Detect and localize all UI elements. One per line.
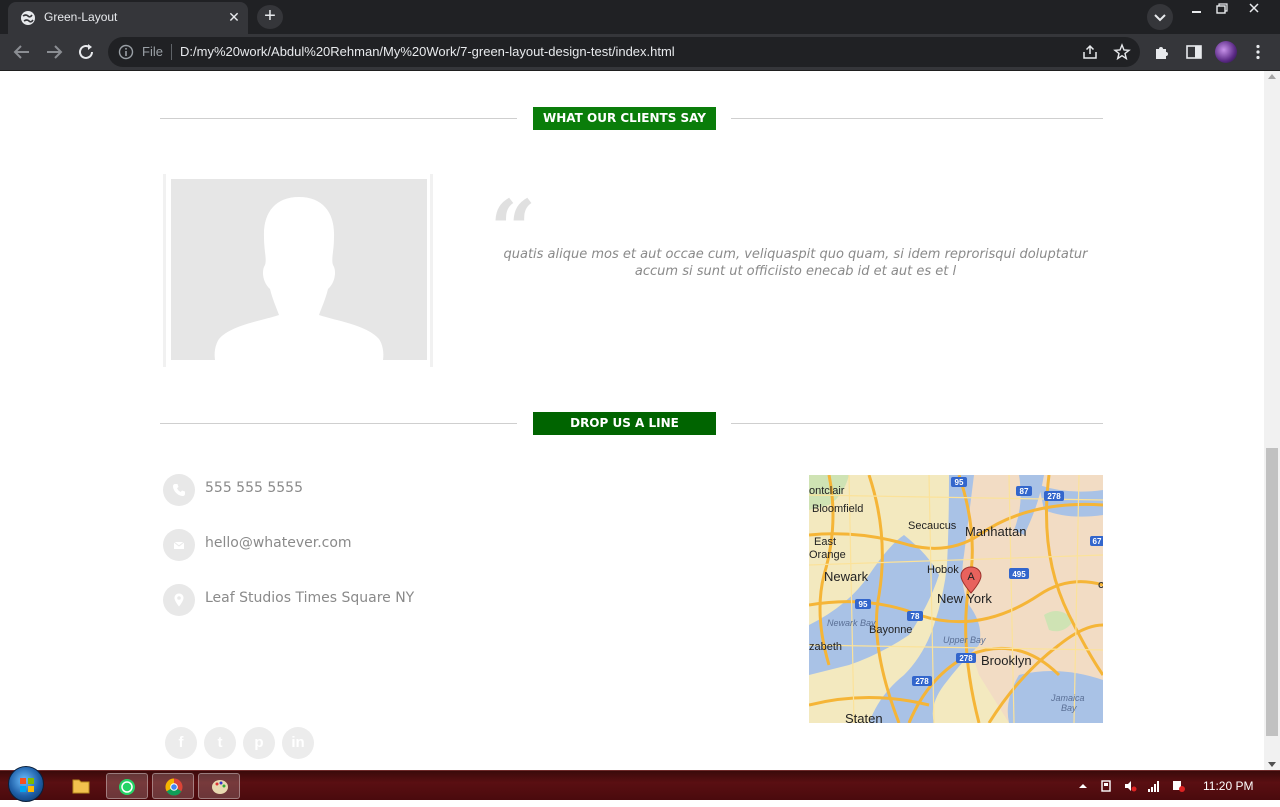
windows-taskbar: 11:20 PM (0, 766, 1280, 802)
signal-bars-icon[interactable] (1147, 779, 1161, 793)
taskbar-chrome[interactable] (152, 773, 194, 799)
map-label: Bayonne (869, 624, 912, 636)
browser-toolbar: File D:/my%20work/Abdul%20Rehman/My%20Wo… (0, 34, 1280, 71)
envelope-icon (163, 529, 195, 561)
map-shield: 78 (911, 612, 920, 621)
person-silhouette-icon (171, 179, 427, 360)
extensions-puzzle-icon[interactable] (1153, 43, 1171, 61)
map-label: Bay (1061, 703, 1077, 713)
address-separator (171, 44, 172, 60)
linkedin-icon[interactable]: in (282, 727, 314, 759)
map-label: Upper Bay (943, 635, 986, 645)
map-label: ontclair (809, 485, 845, 497)
scroll-down-arrow-icon[interactable] (1268, 762, 1276, 767)
map-shield: 67 (1093, 537, 1102, 546)
close-window-button[interactable] (1234, 0, 1274, 18)
action-center-icon[interactable] (1171, 779, 1185, 793)
section-divider-right (731, 118, 1103, 119)
close-icon (1249, 3, 1259, 13)
globe-icon (21, 11, 35, 25)
testimonials-heading: WHAT OUR CLIENTS SAY (533, 107, 716, 130)
tab-title: Green-Layout (44, 10, 118, 24)
tab-close-icon[interactable]: ✕ (226, 10, 242, 26)
restore-window-button[interactable] (1209, 0, 1234, 18)
map-label: zabeth (809, 641, 842, 653)
scroll-thumb[interactable] (1266, 448, 1278, 736)
taskbar-clock[interactable]: 11:20 PM (1203, 779, 1253, 793)
map-label: New York (937, 591, 992, 606)
map-label: Bloomfield (812, 503, 863, 515)
page-scrollbar[interactable] (1264, 71, 1280, 770)
section-divider-right (731, 423, 1103, 424)
chevron-down-icon (1154, 14, 1166, 22)
map-label: Manhattan (965, 524, 1026, 539)
email-address[interactable]: hello@whatever.com (205, 535, 352, 551)
contact-heading: DROP US A LINE (533, 412, 716, 435)
windows-logo-icon (20, 778, 34, 792)
map-shield: 95 (859, 600, 868, 609)
browser-tab[interactable]: Green-Layout ✕ (8, 2, 248, 34)
back-icon[interactable] (10, 40, 34, 64)
scheme-label: File (142, 44, 163, 59)
testimonial-quote: quatis alique mos et aut occae cum, veli… (503, 247, 1088, 279)
map-label: Jamaica (1050, 693, 1085, 703)
new-tab-button[interactable]: + (257, 5, 283, 29)
reload-icon[interactable] (74, 40, 98, 64)
url-text[interactable]: D:/my%20work/Abdul%20Rehman/My%20Work/7-… (180, 44, 675, 59)
street-address: Leaf Studios Times Square NY (205, 590, 415, 606)
tab-search-button[interactable] (1147, 4, 1173, 30)
volume-muted-icon[interactable] (1123, 779, 1137, 793)
profile-avatar[interactable] (1215, 41, 1237, 63)
map-shield: C (1098, 581, 1103, 590)
map-label: Hobok (927, 564, 959, 576)
info-icon[interactable] (118, 44, 134, 60)
paint-palette-icon (212, 780, 228, 794)
share-icon[interactable] (1081, 43, 1099, 61)
avatar (171, 179, 427, 360)
folder-icon (72, 779, 90, 794)
location-map[interactable]: 95 87 278 67 495 95 78 278 278 C ontclai… (809, 475, 1103, 723)
twitter-icon[interactable]: t (204, 727, 236, 759)
taskbar-file-explorer[interactable] (60, 773, 102, 799)
map-shield: 495 (1012, 570, 1026, 579)
map-shield: 87 (1020, 487, 1029, 496)
taskbar-whatsapp[interactable] (106, 773, 148, 799)
section-divider-left (160, 118, 517, 119)
taskbar-paint[interactable] (198, 773, 240, 799)
start-button[interactable] (8, 766, 44, 802)
whatsapp-icon (119, 779, 135, 795)
location-pin-icon (163, 584, 195, 616)
chrome-icon (165, 778, 183, 796)
bookmark-star-icon[interactable] (1113, 43, 1131, 61)
map-label: Orange (809, 549, 846, 561)
tray-device-icon[interactable] (1099, 779, 1113, 793)
map-shield: 95 (955, 478, 964, 487)
address-bar[interactable]: File D:/my%20work/Abdul%20Rehman/My%20Wo… (108, 37, 1140, 67)
map-label: Brooklyn (981, 653, 1032, 668)
pinterest-icon[interactable]: p (243, 727, 275, 759)
map-label: Newark (824, 569, 869, 584)
forward-icon[interactable] (42, 40, 66, 64)
phone-icon (163, 474, 195, 506)
minimize-icon (1192, 11, 1201, 13)
section-divider-left (160, 423, 517, 424)
side-panel-icon[interactable] (1185, 43, 1203, 61)
map-label: East (814, 536, 836, 548)
show-hidden-icons-icon[interactable] (1076, 779, 1090, 793)
browser-tab-bar: Green-Layout ✕ + (0, 0, 1280, 34)
phone-number[interactable]: 555 555 5555 (205, 480, 303, 496)
minimize-window-button[interactable] (1184, 0, 1209, 18)
map-label: Secaucus (908, 520, 957, 532)
map-marker-label: A (967, 571, 975, 583)
map-label: Staten (845, 711, 883, 723)
scroll-up-arrow-icon[interactable] (1268, 74, 1276, 79)
restore-icon (1216, 3, 1228, 14)
map-shield: 278 (1047, 492, 1061, 501)
map-shield: 278 (915, 677, 929, 686)
page-viewport: WHAT OUR CLIENTS SAY “ quatis alique mos… (0, 71, 1264, 770)
facebook-icon[interactable]: f (165, 727, 197, 759)
map-label: Newark Bay (827, 618, 876, 628)
map-shield: 278 (959, 654, 973, 663)
menu-kebab-icon[interactable] (1249, 43, 1267, 61)
